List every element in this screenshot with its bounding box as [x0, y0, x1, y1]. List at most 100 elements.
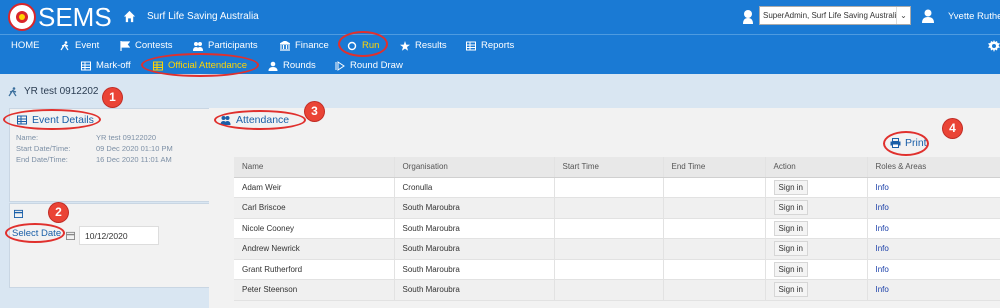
- cell-action: Sign in: [764, 197, 867, 219]
- sign-in-button[interactable]: Sign in: [773, 282, 808, 298]
- cell-end-time: [662, 218, 765, 239]
- info-link[interactable]: Info: [876, 224, 889, 233]
- info-link[interactable]: Info: [876, 183, 889, 192]
- subnav-mark-off[interactable]: Mark-off: [81, 60, 131, 71]
- annotation-ring-attendance: [214, 110, 306, 130]
- info-link[interactable]: Info: [876, 265, 889, 274]
- cell-organisation: South Maroubra: [393, 238, 554, 260]
- bank-icon: [280, 40, 290, 51]
- cell-action: Sign in: [764, 259, 867, 280]
- column-header-name[interactable]: Name: [234, 157, 394, 178]
- nav-results-label: Results: [415, 40, 447, 51]
- cell-roles: Info: [866, 259, 1000, 280]
- cell-end-time: [662, 238, 765, 260]
- nav-event-label: Event: [75, 40, 100, 51]
- role-select-value: SuperAdmin, Surf Life Saving Australi: [763, 11, 897, 20]
- calendar-icon: [14, 209, 23, 218]
- nav-results[interactable]: Results: [400, 40, 447, 51]
- info-link[interactable]: Info: [876, 244, 889, 253]
- cell-start-time: [553, 279, 663, 301]
- annotation-number-3: 3: [305, 102, 324, 121]
- date-select-panel: [9, 203, 228, 288]
- info-link[interactable]: Info: [876, 285, 889, 294]
- column-header-start-time[interactable]: Start Time: [553, 157, 663, 178]
- subnav-round-draw[interactable]: Round Draw: [335, 60, 403, 71]
- column-header-action: Action: [764, 157, 867, 178]
- app-brand[interactable]: SEMS: [38, 2, 112, 33]
- cell-end-time: [662, 279, 765, 301]
- sign-in-button[interactable]: Sign in: [773, 200, 808, 216]
- sign-in-button[interactable]: Sign in: [773, 241, 808, 257]
- users-icon: [193, 41, 203, 51]
- home-icon[interactable]: [123, 10, 136, 23]
- chevron-down-icon: ⌄: [896, 7, 910, 24]
- cell-organisation: South Maroubra: [393, 218, 554, 239]
- table-header-row: Name Organisation Start Time End Time Ac…: [234, 157, 1000, 178]
- nav-participants-label: Participants: [208, 40, 258, 51]
- runner-icon: [60, 40, 69, 50]
- org-name[interactable]: Surf Life Saving Australia: [147, 11, 259, 22]
- user-icon: [268, 61, 278, 71]
- cell-name: Peter Steenson: [234, 279, 394, 301]
- user-name[interactable]: Yvette Ruthe: [948, 11, 1000, 22]
- cell-start-time: [553, 218, 663, 239]
- top-bar: SEMS Surf Life Saving Australia SuperAdm…: [0, 0, 1000, 34]
- nav-contests-label: Contests: [135, 40, 173, 51]
- subnav-mark-off-label: Mark-off: [96, 60, 131, 71]
- detail-row-start: Start Date/Time: 09 Dec 2020 01:10 PM: [16, 144, 173, 153]
- sign-in-button[interactable]: Sign in: [773, 261, 808, 277]
- cell-roles: Info: [866, 218, 1000, 239]
- star-icon: [400, 40, 410, 51]
- column-header-organisation[interactable]: Organisation: [393, 157, 554, 178]
- nav-participants[interactable]: Participants: [193, 40, 258, 51]
- annotation-number-2: 2: [49, 203, 68, 222]
- column-header-end-time[interactable]: End Time: [662, 157, 765, 178]
- cell-action: Sign in: [764, 218, 867, 239]
- cell-name: Andrew Newrick: [234, 238, 394, 260]
- nav-reports-label: Reports: [481, 40, 515, 51]
- cell-name: Nicole Cooney: [234, 218, 394, 239]
- play-icon: [335, 60, 345, 71]
- cell-action: Sign in: [764, 177, 867, 198]
- detail-label: End Date/Time:: [16, 155, 68, 164]
- cell-start-time: [553, 259, 663, 280]
- calendar-icon[interactable]: [66, 231, 75, 240]
- breadcrumb: YR test 0912202: [8, 86, 99, 97]
- cell-organisation: South Maroubra: [393, 197, 554, 219]
- cell-action: Sign in: [764, 279, 867, 301]
- detail-value: 16 Dec 2020 11:01 AM: [96, 155, 172, 164]
- nav-finance[interactable]: Finance: [280, 40, 329, 51]
- cell-roles: Info: [866, 177, 1000, 198]
- table-row: Carl Briscoe South Maroubra Sign in Info: [234, 197, 1000, 219]
- cell-start-time: [553, 238, 663, 260]
- annotation-number-4: 4: [943, 119, 962, 138]
- gear-icon[interactable]: [988, 40, 1000, 52]
- nav-reports[interactable]: Reports: [466, 40, 514, 51]
- date-input[interactable]: 10/12/2020: [79, 226, 159, 245]
- sign-in-button[interactable]: Sign in: [773, 220, 808, 236]
- nav-event[interactable]: Event: [60, 40, 99, 51]
- table-row: Adam Weir Cronulla Sign in Info: [234, 177, 1000, 198]
- detail-row-end: End Date/Time: 16 Dec 2020 11:01 AM: [16, 155, 172, 164]
- cell-name: Carl Briscoe: [234, 197, 394, 219]
- detail-value: 09 Dec 2020 01:10 PM: [96, 144, 173, 153]
- nav-home[interactable]: HOME: [11, 40, 40, 51]
- annotation-ring-print: [883, 131, 929, 156]
- annotation-ring-select-date: [5, 223, 65, 243]
- cell-roles: Info: [866, 238, 1000, 260]
- nav-home-label: HOME: [11, 40, 40, 51]
- nav-finance-label: Finance: [295, 40, 329, 51]
- runner-icon: [8, 86, 17, 96]
- sems-logo[interactable]: [8, 3, 36, 31]
- subnav-rounds[interactable]: Rounds: [268, 60, 316, 71]
- cell-name: Adam Weir: [234, 177, 394, 198]
- info-link[interactable]: Info: [876, 203, 889, 212]
- nav-contests[interactable]: Contests: [120, 40, 173, 51]
- table-row: Nicole Cooney South Maroubra Sign in Inf…: [234, 218, 1000, 239]
- sign-in-button[interactable]: Sign in: [773, 179, 808, 195]
- role-select[interactable]: SuperAdmin, Surf Life Saving Australi ⌄: [759, 6, 911, 25]
- cell-organisation: South Maroubra: [393, 279, 554, 301]
- flag-icon: [120, 40, 130, 51]
- cell-end-time: [662, 259, 765, 280]
- cell-name: Grant Rutherford: [234, 259, 394, 280]
